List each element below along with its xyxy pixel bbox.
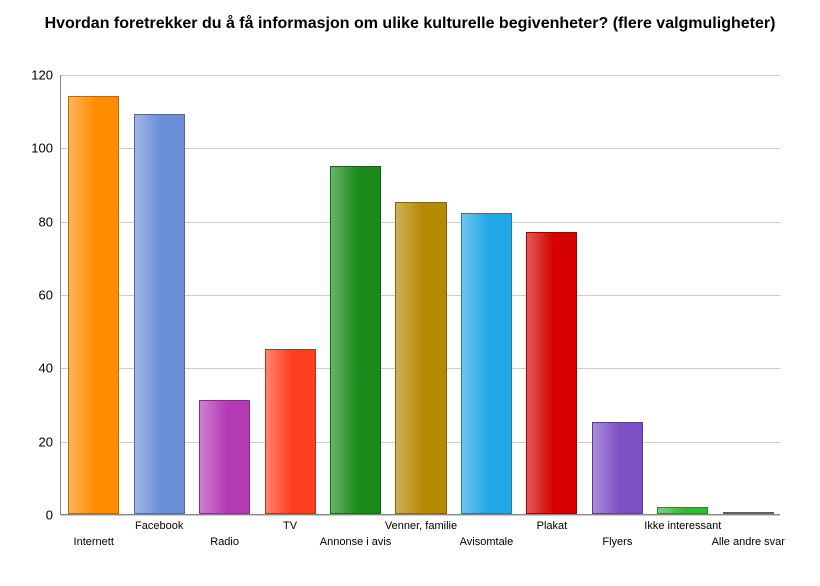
bar-slot (265, 75, 316, 514)
grid-line (61, 515, 780, 516)
bar-slot (657, 75, 708, 514)
x-tick-label: TV (283, 520, 297, 532)
x-tick-label: Facebook (135, 520, 183, 532)
bar-slot (134, 75, 185, 514)
bar (265, 349, 316, 514)
chart-title: Hvordan foretrekker du å få informasjon … (0, 14, 820, 34)
x-tick-label: Plakat (537, 520, 568, 532)
bar-slot (723, 75, 774, 514)
x-tick-label: Internett (74, 536, 114, 548)
bar (657, 507, 708, 514)
bar-slot (199, 75, 250, 514)
bar (199, 400, 250, 514)
y-tick-label: 80 (39, 214, 61, 229)
x-tick-label: Radio (210, 536, 239, 548)
bar-slot (68, 75, 119, 514)
x-tick-label: Venner, familie (385, 520, 457, 532)
chart-container: Hvordan foretrekker du å få informasjon … (0, 0, 820, 586)
bar (134, 114, 185, 514)
bar (68, 96, 119, 514)
y-tick-label: 60 (39, 288, 61, 303)
bar-slot (461, 75, 512, 514)
y-tick-label: 120 (31, 68, 61, 83)
bar-slot (526, 75, 577, 514)
bar (330, 166, 381, 514)
x-tick-label: Annonse i avis (320, 536, 392, 548)
plot-area: 020406080100120 InternettFacebookRadioTV… (60, 75, 780, 515)
y-tick-label: 0 (46, 508, 61, 523)
x-tick-label: Flyers (602, 536, 632, 548)
bar-slot (592, 75, 643, 514)
bar (526, 232, 577, 514)
y-tick-label: 20 (39, 434, 61, 449)
bars-group (61, 75, 780, 514)
x-tick-label: Alle andre svar (712, 536, 785, 548)
y-tick-label: 100 (31, 141, 61, 156)
x-tick-label: Ikke interessant (644, 520, 721, 532)
x-tick-label: Avisomtale (460, 536, 514, 548)
bar (592, 422, 643, 514)
bar (723, 512, 774, 514)
bar (461, 213, 512, 514)
bar-slot (330, 75, 381, 514)
bar-slot (395, 75, 446, 514)
bar (395, 202, 446, 514)
y-tick-label: 40 (39, 361, 61, 376)
